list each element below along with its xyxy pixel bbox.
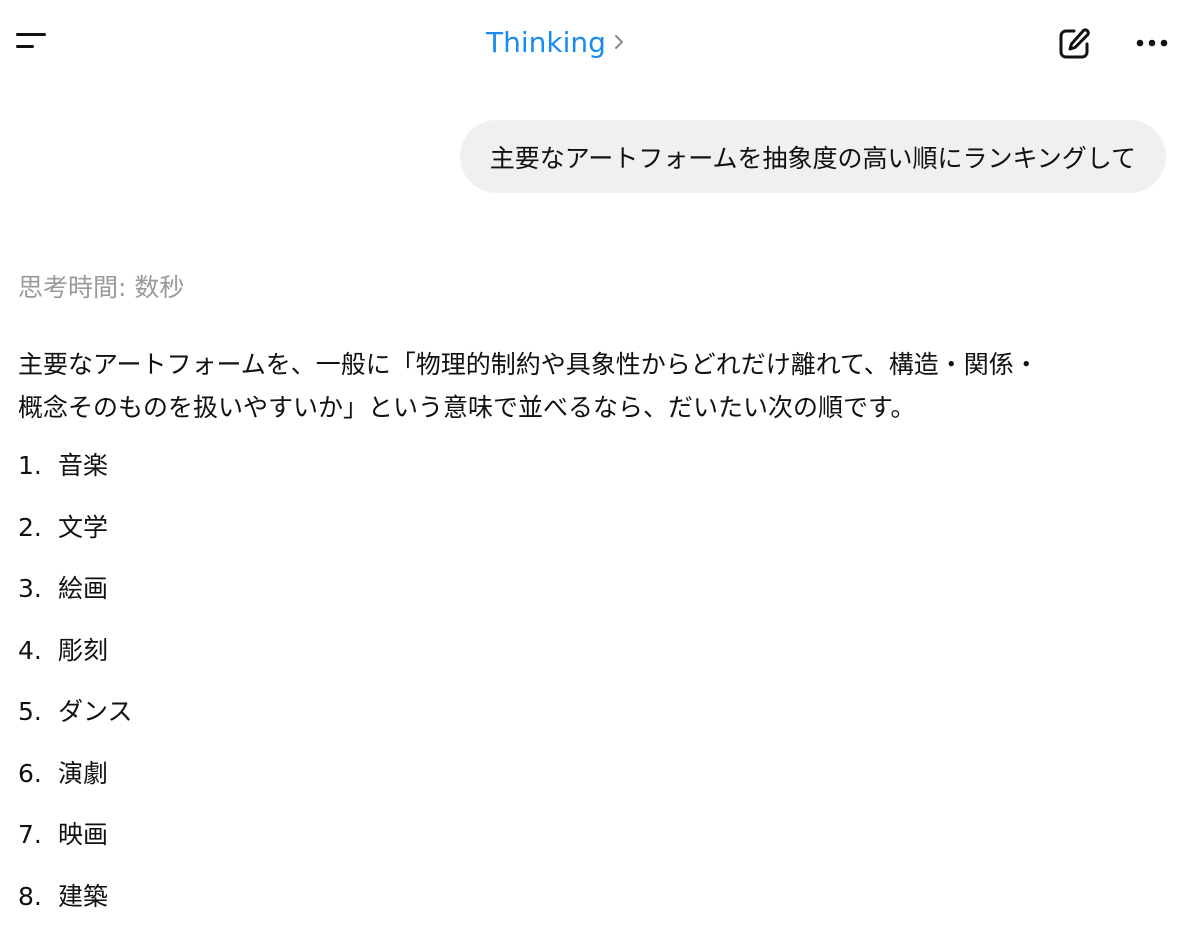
rank-number: 2. <box>18 508 58 548</box>
rank-number: 8. <box>18 877 58 917</box>
model-label: Thinking <box>486 26 606 59</box>
chevron-right-icon <box>612 35 626 49</box>
rank-label: 彫刻 <box>58 631 108 671</box>
list-item: 5. ダンス <box>18 692 133 754</box>
rank-number: 3. <box>18 569 58 609</box>
rank-label: 建築 <box>58 877 108 917</box>
more-options-button[interactable] <box>1130 26 1174 60</box>
list-item: 3. 絵画 <box>18 569 133 631</box>
list-item: 7. 映画 <box>18 815 133 877</box>
assistant-intro: 主要なアートフォームを、一般に「物理的制約や具象性からどれだけ離れて、構造・関係… <box>18 343 1178 429</box>
rank-label: 音楽 <box>58 446 108 486</box>
new-chat-button[interactable] <box>1054 24 1094 64</box>
list-item: 8. 建築 <box>18 877 133 938</box>
rank-number: 1. <box>18 446 58 486</box>
rank-label: 演劇 <box>58 754 108 794</box>
rank-label: ダンス <box>58 692 133 732</box>
top-bar: Thinking <box>0 0 1200 84</box>
list-item: 4. 彫刻 <box>18 631 133 693</box>
ranking-list: 1. 音楽 2. 文学 3. 絵画 4. 彫刻 5. ダンス 6. 演劇 7. … <box>18 446 133 938</box>
rank-number: 6. <box>18 754 58 794</box>
rank-label: 文学 <box>58 508 108 548</box>
rank-label: 絵画 <box>58 569 108 609</box>
intro-line-2: 概念そのものを扱いやすいか」という意味で並べるなら、だいたい次の順です。 <box>18 393 916 422</box>
user-message-bubble: 主要なアートフォームを抽象度の高い順にランキングして <box>460 120 1166 193</box>
intro-line-1: 主要なアートフォームを、一般に「物理的制約や具象性からどれだけ離れて、構造・関係… <box>18 350 1039 379</box>
list-item: 1. 音楽 <box>18 446 133 508</box>
rank-number: 5. <box>18 692 58 732</box>
ellipsis-icon <box>1130 26 1174 60</box>
menu-button[interactable] <box>14 26 54 56</box>
user-message-text: 主要なアートフォームを抽象度の高い順にランキングして <box>490 139 1136 175</box>
list-item: 6. 演劇 <box>18 754 133 816</box>
rank-number: 4. <box>18 631 58 671</box>
rank-number: 7. <box>18 815 58 855</box>
model-selector[interactable]: Thinking <box>486 22 626 62</box>
list-item: 2. 文学 <box>18 508 133 570</box>
thinking-duration[interactable]: 思考時間: 数秒 <box>18 268 184 304</box>
edit-icon <box>1054 24 1094 64</box>
rank-label: 映画 <box>58 815 108 855</box>
